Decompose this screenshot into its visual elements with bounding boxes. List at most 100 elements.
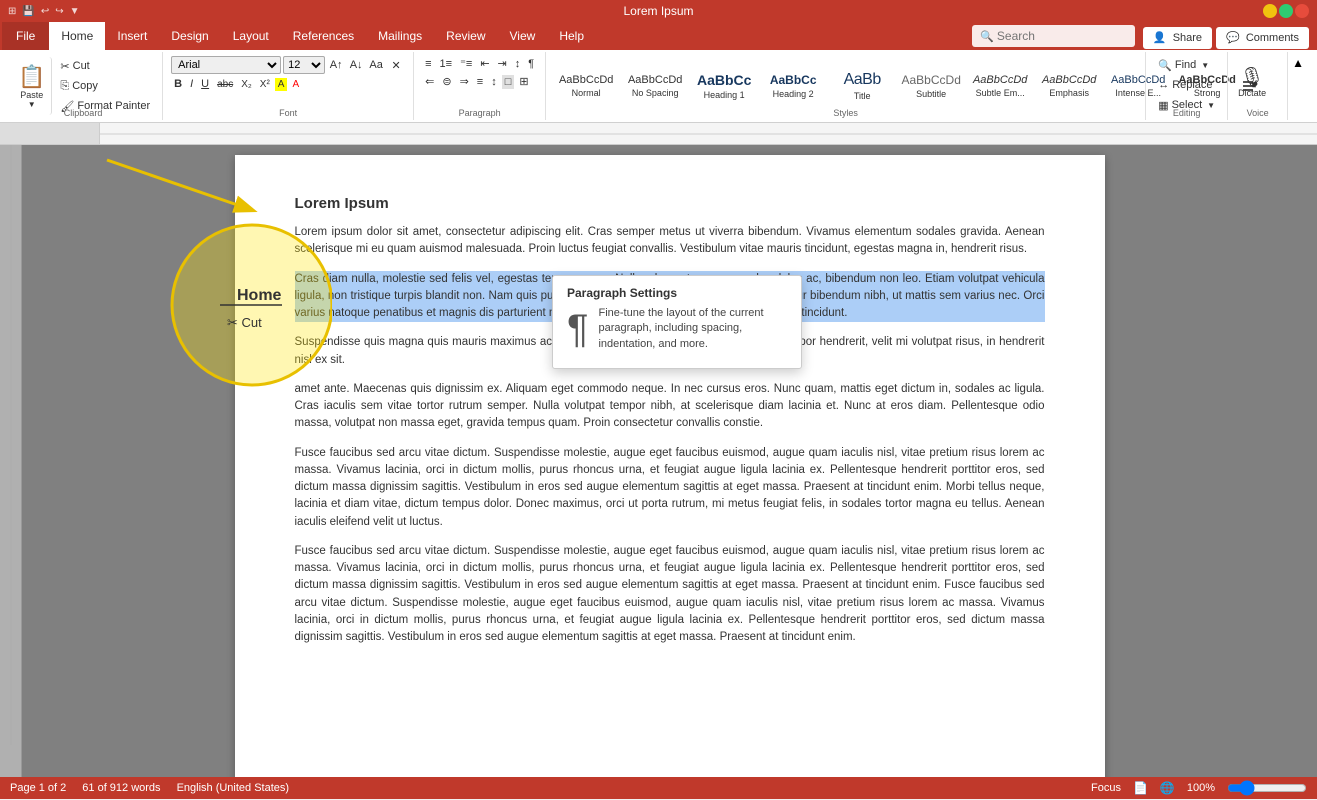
find-button[interactable]: 🔍 Find ▼ <box>1154 56 1219 74</box>
numbering-button[interactable]: 1≡ <box>437 57 456 71</box>
paragraph-1[interactable]: Lorem ipsum dolor sit amet, consectetur … <box>295 224 1045 259</box>
maximize-button[interactable] <box>1279 4 1293 18</box>
decrease-font-button[interactable]: A↓ <box>347 56 365 74</box>
clipboard-group: 📋 Paste ▼ ✂ Cut ⎘ Copy 🖌 Format P <box>4 52 163 120</box>
title-bar-icons: ⊞ 💾 ↩ ↪ ▼ <box>8 6 80 17</box>
line-spacing-button[interactable]: ↕ <box>488 75 500 89</box>
menu-mailings[interactable]: Mailings <box>366 22 434 50</box>
subscript-button[interactable]: X₂ <box>238 78 255 91</box>
ruler-main <box>100 123 1317 144</box>
style-normal[interactable]: AaBbCcDd Normal <box>552 59 620 113</box>
vertical-ruler-svg <box>0 145 22 745</box>
menu-review[interactable]: Review <box>434 22 497 50</box>
strikethrough-button[interactable]: abc <box>214 78 236 91</box>
bullets-button[interactable]: ≡ <box>422 57 434 71</box>
undo-icon[interactable]: ↩ <box>41 6 49 17</box>
ribbon-content: 📋 Paste ▼ ✂ Cut ⎘ Copy 🖌 Format P <box>0 50 1317 122</box>
document-page[interactable]: Lorem Ipsum Lorem ipsum dolor sit amet, … <box>235 155 1105 777</box>
style-heading1[interactable]: AaBbCc Heading 1 <box>690 59 758 113</box>
dictate-icon: 🎙 <box>1239 68 1264 88</box>
menu-home[interactable]: Home <box>49 22 105 50</box>
show-marks-button[interactable]: ¶ <box>525 57 537 71</box>
style-subtle-em[interactable]: AaBbCcDd Subtle Em... <box>966 59 1034 113</box>
save-icon[interactable]: 💾 <box>22 6 34 17</box>
menu-references-label: References <box>293 29 354 43</box>
style-title[interactable]: AaBb Title <box>828 59 896 113</box>
view-web-icon[interactable]: 🌐 <box>1160 781 1175 795</box>
copy-button[interactable]: ⎘ Copy <box>56 77 154 95</box>
decrease-indent-button[interactable]: ⇤ <box>477 56 492 71</box>
menu-view[interactable]: View <box>498 22 548 50</box>
font-color-button[interactable]: A <box>289 78 302 91</box>
paragraph-group: ≡ 1≡ ⁼≡ ⇤ ⇥ ↕ ¶ ⇐ ⊜ ⇒ ≡ ↕ □ ⊞ <box>414 52 546 120</box>
ribbon-collapse[interactable]: ▲ <box>1288 52 1308 120</box>
menu-layout[interactable]: Layout <box>221 22 281 50</box>
highlight-button[interactable]: A <box>275 78 288 91</box>
italic-button[interactable]: I <box>187 77 196 91</box>
find-icon: 🔍 <box>1158 59 1172 72</box>
superscript-button[interactable]: X² <box>257 78 273 91</box>
multilevel-button[interactable]: ⁼≡ <box>457 56 475 71</box>
justify-button[interactable]: ≡ <box>474 75 486 89</box>
share-button[interactable]: 👤 Share <box>1143 27 1212 49</box>
replace-icon: ↔ <box>1158 79 1169 91</box>
style-subtitle[interactable]: AaBbCcDd Subtitle <box>897 59 965 113</box>
change-case-button[interactable]: Aa <box>367 56 385 74</box>
menu-help-label: Help <box>559 29 584 43</box>
tooltip-text: Fine-tune the layout of the current para… <box>598 306 787 352</box>
bold-button[interactable]: B <box>171 77 185 91</box>
font-format-row: B I U abc X₂ X² A A <box>171 77 405 91</box>
zoom-level: 100% <box>1187 782 1215 794</box>
customize-icon[interactable]: ▼ <box>70 6 80 17</box>
menu-references[interactable]: References <box>281 22 366 50</box>
clear-format-button[interactable]: ✕ <box>387 56 405 74</box>
share-icon: 👤 <box>1153 32 1167 44</box>
increase-font-button[interactable]: A↑ <box>327 56 345 74</box>
paragraph-preview-icon: ¶ <box>567 307 588 352</box>
minimize-button[interactable] <box>1263 4 1277 18</box>
align-left-button[interactable]: ⇐ <box>422 74 437 89</box>
replace-button[interactable]: ↔ Replace <box>1154 76 1219 94</box>
search-box[interactable]: 🔍 <box>972 25 1135 47</box>
paste-button[interactable]: 📋 Paste ▼ <box>12 57 52 115</box>
view-print-icon[interactable]: 📄 <box>1133 781 1148 795</box>
align-right-button[interactable]: ⇒ <box>457 74 472 89</box>
language-indicator: English (United States) <box>177 782 290 794</box>
align-center-button[interactable]: ⊜ <box>439 74 454 89</box>
cut-button[interactable]: ✂ Cut <box>56 57 154 75</box>
menu-insert[interactable]: Insert <box>105 22 159 50</box>
menu-view-label: View <box>510 29 536 43</box>
paragraph-5[interactable]: Fusce faucibus sed arcu vitae dictum. Su… <box>295 445 1045 531</box>
paragraph-list-row: ≡ 1≡ ⁼≡ ⇤ ⇥ ↕ ¶ <box>422 56 537 71</box>
focus-button[interactable]: Focus <box>1091 782 1121 794</box>
underline-button[interactable]: U <box>198 77 212 91</box>
paragraph-tooltip: Paragraph Settings ¶ Fine-tune the layou… <box>552 275 802 369</box>
title-bar: ⊞ 💾 ↩ ↪ ▼ Lorem Ipsum <box>0 0 1317 22</box>
style-no-spacing[interactable]: AaBbCcDd No Spacing <box>621 59 689 113</box>
search-input[interactable] <box>997 29 1127 43</box>
zoom-slider[interactable] <box>1227 781 1307 795</box>
paragraph-4[interactable]: amet ante. Maecenas quis dignissim ex. A… <box>295 381 1045 433</box>
word-count: 61 of 912 words <box>82 782 160 794</box>
font-size-select[interactable]: 12 <box>283 56 325 74</box>
comments-button[interactable]: 💬 Comments <box>1216 27 1309 49</box>
menu-help[interactable]: Help <box>547 22 596 50</box>
font-family-select[interactable]: Arial <box>171 56 281 74</box>
borders-button[interactable]: ⊞ <box>516 74 531 89</box>
dictate-button[interactable]: 🎙 Dictate <box>1234 54 1270 112</box>
menu-design[interactable]: Design <box>159 22 220 50</box>
menu-design-label: Design <box>171 29 208 43</box>
increase-indent-button[interactable]: ⇥ <box>495 56 510 71</box>
menu-review-label: Review <box>446 29 485 43</box>
paragraph-6[interactable]: Fusce faucibus sed arcu vitae dictum. Su… <box>295 543 1045 647</box>
style-heading2[interactable]: AaBbCc Heading 2 <box>759 59 827 113</box>
redo-icon[interactable]: ↪ <box>55 6 63 17</box>
sort-button[interactable]: ↕ <box>512 57 524 71</box>
paragraph-controls: ≡ 1≡ ⁼≡ ⇤ ⇥ ↕ ¶ ⇐ ⊜ ⇒ ≡ ↕ □ ⊞ <box>420 54 539 91</box>
style-emphasis[interactable]: AaBbCcDd Emphasis <box>1035 59 1103 113</box>
cut-icon: ✂ <box>60 60 69 73</box>
doc-scroll-area[interactable]: Home ✂ Cut Paragraph Settings ¶ Fine-tun… <box>22 145 1317 777</box>
close-button[interactable] <box>1295 4 1309 18</box>
menu-file[interactable]: File <box>2 22 49 50</box>
shading-button[interactable]: □ <box>502 75 515 89</box>
